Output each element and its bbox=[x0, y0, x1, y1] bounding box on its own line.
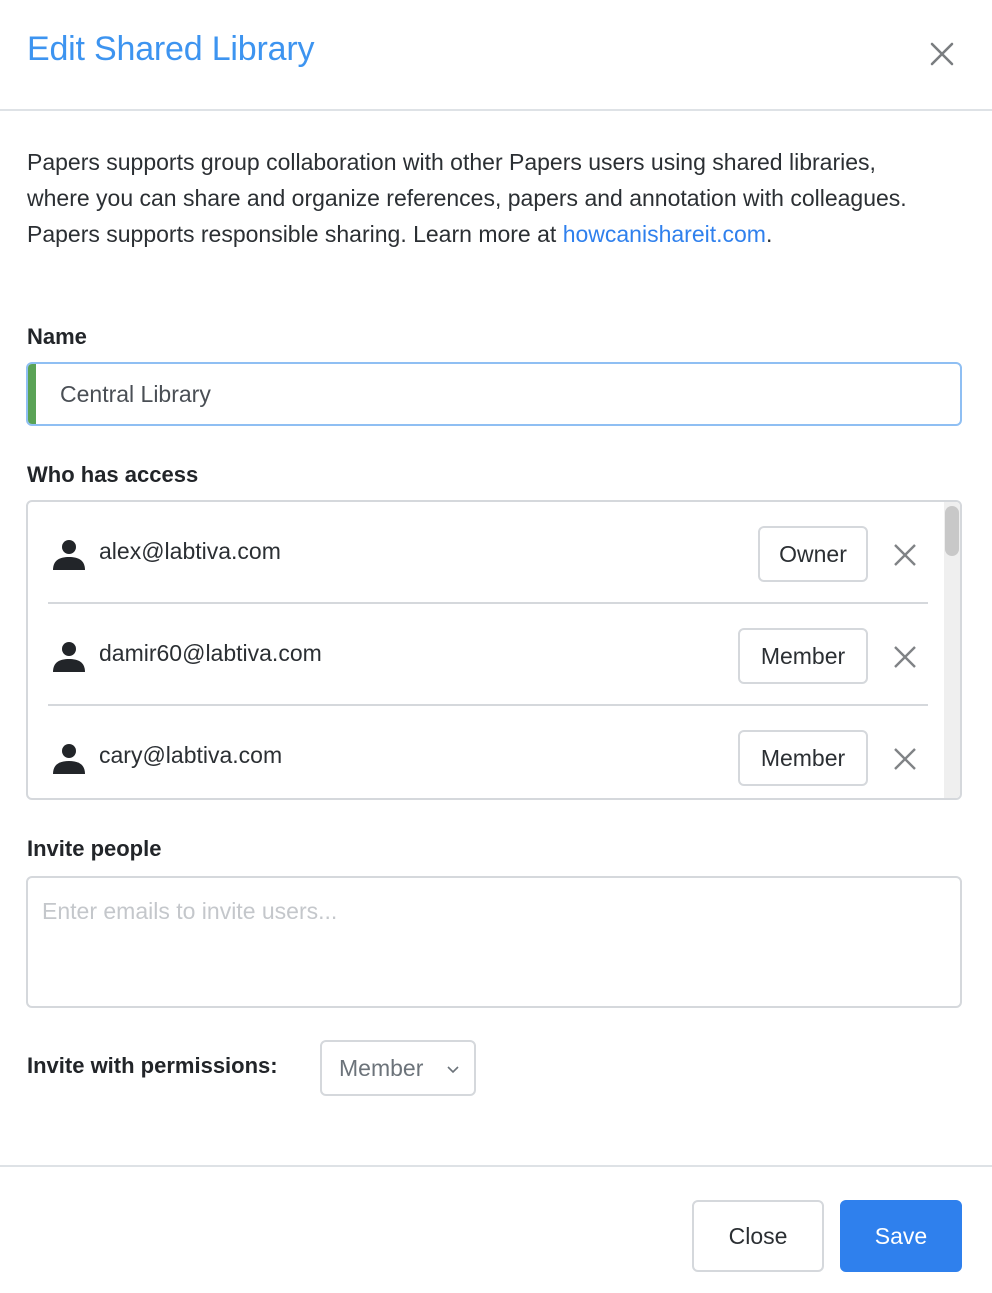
invite-field[interactable] bbox=[26, 876, 962, 1008]
name-field[interactable] bbox=[26, 362, 962, 426]
permissions-select[interactable]: Member bbox=[320, 1040, 476, 1096]
footer-divider bbox=[0, 1165, 992, 1167]
list-item: alex@labtiva.com Owner bbox=[48, 502, 928, 604]
close-icon[interactable] bbox=[892, 644, 918, 670]
close-icon[interactable] bbox=[892, 542, 918, 568]
invite-input[interactable] bbox=[28, 878, 960, 1006]
list-item: damir60@labtiva.com Member bbox=[48, 604, 928, 706]
person-icon bbox=[53, 540, 85, 570]
learn-more-link[interactable]: howcanishareit.com bbox=[563, 221, 766, 247]
scrollbar[interactable] bbox=[944, 502, 960, 798]
member-email: damir60@labtiva.com bbox=[99, 640, 322, 666]
role-button[interactable]: Member bbox=[738, 628, 868, 684]
role-button[interactable]: Owner bbox=[758, 526, 868, 582]
dialog-header: Edit Shared Library bbox=[0, 0, 992, 111]
close-icon[interactable] bbox=[892, 746, 918, 772]
valid-indicator bbox=[28, 364, 36, 424]
dialog-title: Edit Shared Library bbox=[27, 30, 315, 68]
list-item: cary@labtiva.com Member bbox=[48, 706, 928, 798]
close-button[interactable]: Close bbox=[692, 1200, 824, 1272]
description-text: Papers supports group collaboration with… bbox=[27, 149, 907, 247]
name-label: Name bbox=[27, 324, 87, 349]
close-icon[interactable] bbox=[926, 38, 958, 70]
permissions-label: Invite with permissions: bbox=[27, 1053, 278, 1078]
role-button[interactable]: Member bbox=[738, 730, 868, 786]
member-email: alex@labtiva.com bbox=[99, 538, 281, 564]
description-trailing: . bbox=[765, 221, 773, 247]
member-email: cary@labtiva.com bbox=[99, 742, 283, 768]
person-icon bbox=[53, 642, 85, 672]
person-icon bbox=[53, 744, 85, 774]
access-list: alex@labtiva.com Owner damir60@labtiva.c… bbox=[26, 500, 962, 800]
name-input[interactable] bbox=[60, 364, 940, 424]
permissions-value: Member bbox=[339, 1055, 424, 1081]
access-label: Who has access bbox=[27, 462, 199, 487]
chevron-down-icon bbox=[447, 1066, 459, 1074]
description: Papers supports group collaboration with… bbox=[27, 144, 927, 252]
save-button[interactable]: Save bbox=[840, 1200, 962, 1272]
invite-label: Invite people bbox=[27, 836, 162, 861]
scrollbar-thumb[interactable] bbox=[945, 506, 959, 556]
